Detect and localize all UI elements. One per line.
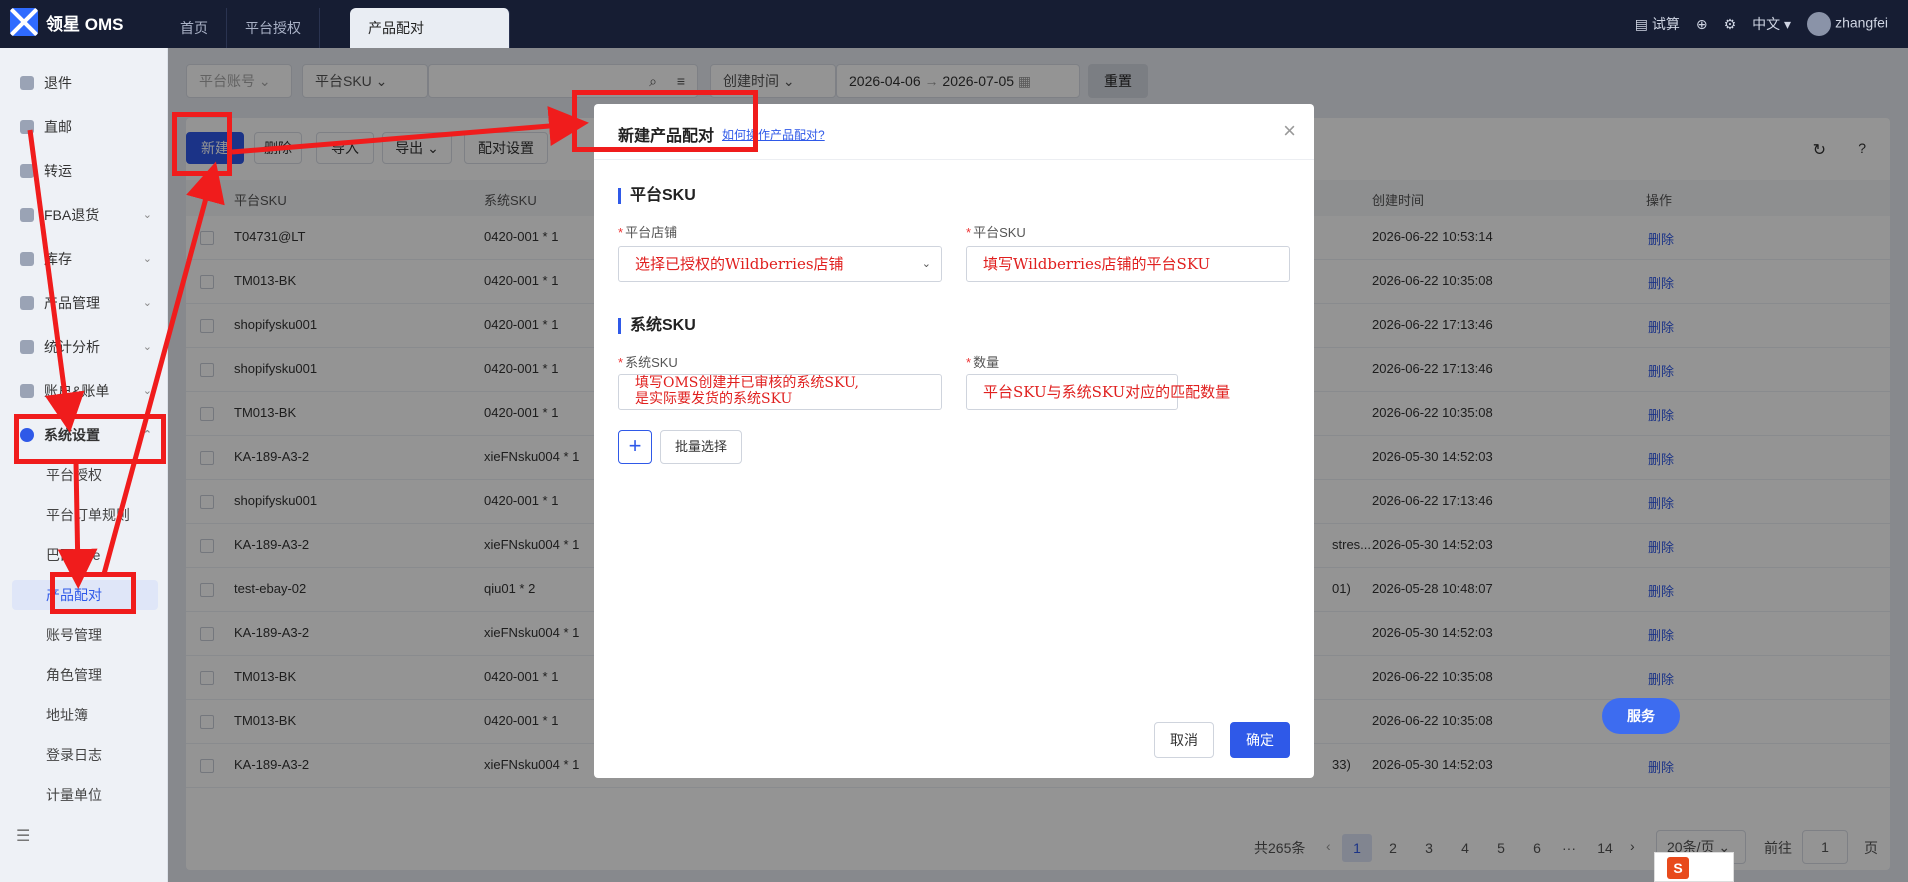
- annotation-arrow-4: [231, 106, 589, 155]
- annotation-arrow-3: [101, 161, 225, 575]
- annotation-arrow-2: [57, 461, 98, 589]
- annotation-arrow-1: [27, 129, 85, 433]
- annotation-arrows: [27, 106, 589, 589]
